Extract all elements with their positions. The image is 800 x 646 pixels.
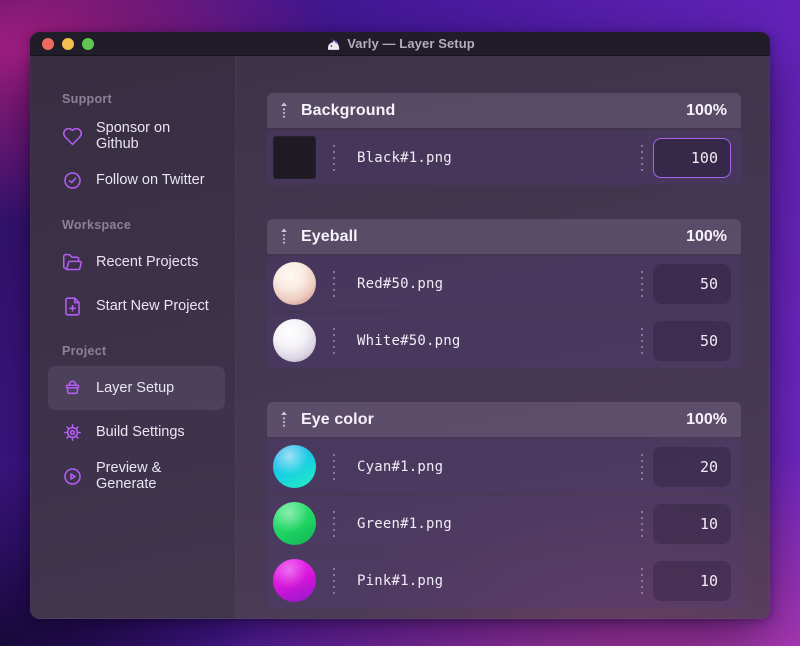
sidebar-item-label: Sponsor on Github <box>96 120 171 152</box>
layer-filename: Black#1.png <box>357 149 452 166</box>
cyan-sphere-thumbnail <box>273 445 316 488</box>
sidebar-item-sponsor-on-github[interactable]: Sponsor on Github <box>48 114 225 158</box>
minimize-button[interactable] <box>62 37 74 50</box>
green-sphere-thumbnail <box>273 502 316 545</box>
layer-group-eyeball: Eyeball 100% Red#50.png White#50.png <box>267 219 741 368</box>
sidebar-item-label: Preview & Generate <box>96 460 162 492</box>
layer-weight-input[interactable] <box>653 137 731 178</box>
layer-weight-input[interactable] <box>653 503 731 544</box>
layer-row: Black#1.png <box>267 130 741 185</box>
drag-handle-icon[interactable] <box>278 409 290 431</box>
sidebar-section-support: Support Sponsor on Github Follow on Twit… <box>62 92 235 202</box>
sidebar-item-follow-on-twitter[interactable]: Follow on Twitter <box>48 158 225 202</box>
group-opacity: 100% <box>686 227 727 245</box>
unicorn-icon <box>328 36 340 50</box>
sidebar-item-label: Layer Setup <box>96 380 175 396</box>
sidebar-item-preview-generate[interactable]: Preview & Generate <box>48 454 225 498</box>
dotted-separator <box>333 327 335 354</box>
section-label: Workspace <box>62 218 132 232</box>
sidebar-item-label: Build Settings <box>96 424 185 440</box>
sidebar-item-recent-projects[interactable]: Recent Projects <box>48 240 225 284</box>
layer-filename: Pink#1.png <box>357 572 444 589</box>
layer-group-background: Background 100% Black#1.png <box>267 93 741 185</box>
titlebar: Varly — Layer Setup <box>30 32 770 56</box>
layer-row: Cyan#1.png <box>267 439 741 494</box>
group-header: Eye color 100% <box>267 402 741 437</box>
folder-open-icon <box>62 253 83 270</box>
group-title: Eye color <box>301 410 374 428</box>
sidebar-item-label: Follow on Twitter <box>96 172 205 188</box>
close-button[interactable] <box>42 37 54 50</box>
window-title-text: Varly — Layer Setup <box>347 36 475 51</box>
red-sphere-thumbnail <box>273 262 316 305</box>
dotted-separator <box>641 510 643 537</box>
layer-filename: Red#50.png <box>357 275 444 292</box>
badge-check-icon <box>64 171 81 189</box>
dotted-separator <box>641 144 643 171</box>
dotted-separator <box>641 327 643 354</box>
layers-basket-icon <box>65 380 80 394</box>
sidebar-section-workspace: Workspace Recent Projects Start New Proj… <box>62 218 235 328</box>
dotted-separator <box>333 270 335 297</box>
layer-row: Green#1.png <box>267 496 741 551</box>
group-title: Background <box>301 101 396 119</box>
zoom-button[interactable] <box>82 37 94 50</box>
layer-weight-input[interactable] <box>653 560 731 601</box>
drag-handle-icon[interactable] <box>278 100 290 122</box>
group-opacity: 100% <box>686 101 727 119</box>
layer-row: White#50.png <box>267 313 741 368</box>
play-circle-icon <box>64 467 81 485</box>
dotted-separator <box>641 567 643 594</box>
layer-weight-input[interactable] <box>653 263 731 304</box>
sidebar-item-label: Recent Projects <box>96 254 199 270</box>
dotted-separator <box>333 453 335 480</box>
file-plus-icon <box>65 296 80 316</box>
traffic-lights <box>42 37 94 50</box>
dotted-separator <box>333 144 335 171</box>
section-label: Project <box>62 344 107 358</box>
layer-filename: Green#1.png <box>357 515 452 532</box>
sidebar-item-layer-setup[interactable]: Layer Setup <box>48 366 225 410</box>
sidebar-item-label: Start New Project <box>96 298 209 314</box>
dotted-separator <box>333 510 335 537</box>
layer-filename: White#50.png <box>357 332 461 349</box>
heart-icon <box>62 127 83 145</box>
section-label: Support <box>62 92 113 106</box>
sidebar-item-start-new-project[interactable]: Start New Project <box>48 284 225 328</box>
dotted-separator <box>641 270 643 297</box>
layer-row: Pink#1.png <box>267 553 741 608</box>
group-header: Eyeball 100% <box>267 219 741 254</box>
gear-icon <box>64 423 81 441</box>
layer-filename: Cyan#1.png <box>357 458 444 475</box>
black-square-thumbnail <box>273 136 316 179</box>
dotted-separator <box>641 453 643 480</box>
group-header: Background 100% <box>267 93 741 128</box>
layer-setup-panel: Background 100% Black#1.png 100 Eyeball … <box>236 56 770 618</box>
sidebar-item-build-settings[interactable]: Build Settings <box>48 410 225 454</box>
dotted-separator <box>333 567 335 594</box>
layer-group-eye-color: Eye color 100% Cyan#1.png Green#1.png <box>267 402 741 608</box>
group-title: Eyeball <box>301 227 358 245</box>
drag-handle-icon[interactable] <box>278 226 290 248</box>
app-window: Varly — Layer Setup Support Sponsor on G… <box>30 32 770 619</box>
layer-row: Red#50.png <box>267 256 741 311</box>
layer-weight-input[interactable] <box>653 446 731 487</box>
layer-weight-input[interactable] <box>653 320 731 361</box>
sidebar: Support Sponsor on Github Follow on Twit… <box>30 56 236 618</box>
pink-sphere-thumbnail <box>273 559 316 602</box>
group-opacity: 100% <box>686 410 727 428</box>
white-sphere-thumbnail <box>273 319 316 362</box>
window-title: Varly — Layer Setup <box>325 36 475 52</box>
sidebar-section-project: Project Layer Setup Build Settings Previ… <box>48 344 235 498</box>
